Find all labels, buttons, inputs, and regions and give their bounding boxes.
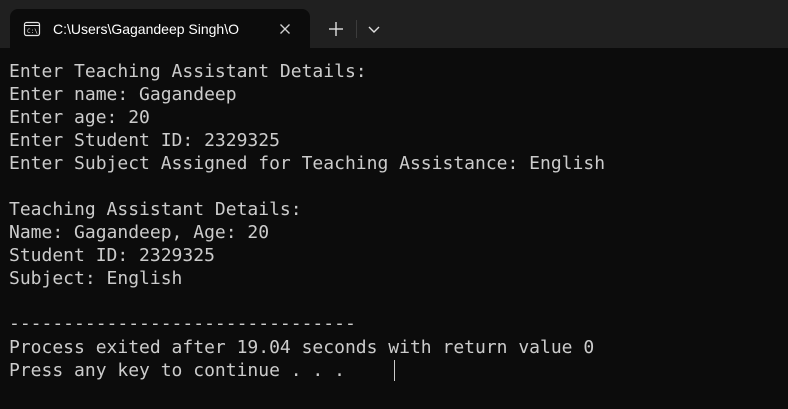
output-line: Student ID: 2329325 <box>9 245 215 266</box>
output-line: Enter Subject Assigned for Teaching Assi… <box>9 153 606 174</box>
svg-text:C:\: C:\ <box>27 28 38 35</box>
terminal-window-icon: C:\ <box>23 20 41 38</box>
close-icon[interactable] <box>276 20 294 38</box>
terminal-window: C:\ C:\Users\Gagandeep Singh\O Enter Tea… <box>0 0 788 409</box>
plus-icon[interactable] <box>324 17 348 41</box>
output-line: Process exited after 19.04 seconds with … <box>9 337 595 358</box>
output-line: Teaching Assistant Details: <box>9 199 302 220</box>
terminal-tab[interactable]: C:\ C:\Users\Gagandeep Singh\O <box>10 9 310 48</box>
title-bar: C:\ C:\Users\Gagandeep Singh\O <box>0 0 788 48</box>
text-cursor <box>394 360 395 381</box>
tab-title: C:\Users\Gagandeep Singh\O <box>53 21 239 37</box>
output-line: Enter Student ID: 2329325 <box>9 130 280 151</box>
prompt-line: Press any key to continue . . . <box>9 360 356 381</box>
terminal-output[interactable]: Enter Teaching Assistant Details: Enter … <box>0 48 788 409</box>
chevron-down-icon[interactable] <box>362 17 386 41</box>
separator-line: -------------------------------- <box>9 313 356 334</box>
toolbar-divider <box>356 20 357 38</box>
output-line: Name: Gagandeep, Age: 20 <box>9 222 270 243</box>
output-line: Enter age: 20 <box>9 107 150 128</box>
output-line: Subject: English <box>9 268 183 289</box>
output-line: Enter name: Gagandeep <box>9 84 237 105</box>
output-line: Enter Teaching Assistant Details: <box>9 61 367 82</box>
